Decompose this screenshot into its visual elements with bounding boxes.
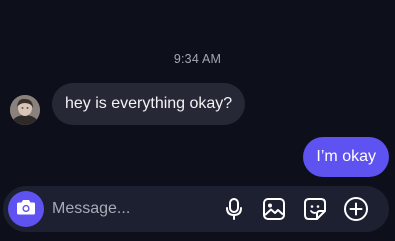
sticker-button[interactable] (302, 196, 328, 222)
avatar[interactable] (10, 95, 40, 125)
chat-screen: 9:34 AM hey is everything okay? I’m okay (0, 0, 395, 241)
sticker-icon (303, 197, 327, 221)
camera-button[interactable] (8, 191, 44, 227)
more-options-button[interactable] (343, 196, 369, 222)
image-icon (262, 197, 286, 221)
plus-icon (343, 196, 369, 222)
outgoing-message-bubble[interactable]: I’m okay (303, 137, 389, 177)
microphone-icon (223, 197, 245, 221)
camera-icon (16, 198, 36, 221)
gallery-button[interactable] (261, 196, 287, 222)
message-input[interactable] (52, 186, 202, 232)
message-composer (3, 186, 389, 232)
incoming-message-bubble[interactable]: hey is everything okay? (52, 83, 246, 125)
incoming-message-row: hey is everything okay? (10, 83, 246, 125)
voice-message-button[interactable] (221, 196, 247, 222)
message-timestamp: 9:34 AM (173, 52, 222, 66)
